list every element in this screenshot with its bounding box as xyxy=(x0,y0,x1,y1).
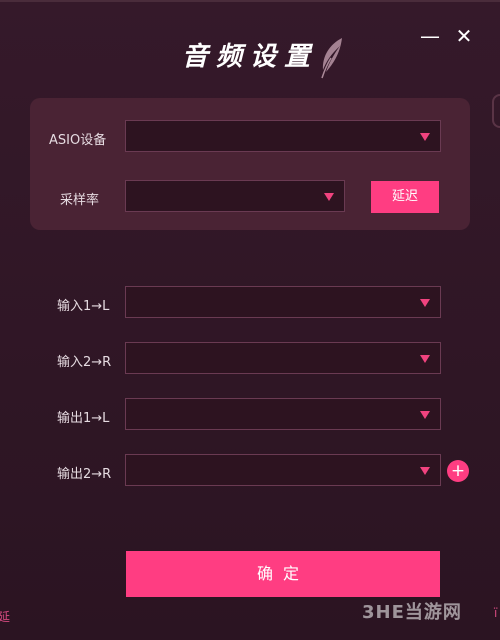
input-2-label: 输入2→R xyxy=(57,355,112,370)
sample-rate-label: 采样率 xyxy=(60,193,100,208)
input-1-label: 输入1→L xyxy=(57,299,110,314)
input-1-select[interactable] xyxy=(125,286,441,318)
device-settings-panel: ASIO设备 采样率 延迟 xyxy=(30,98,470,230)
feather-icon xyxy=(321,38,342,79)
asio-device-label: ASIO设备 xyxy=(49,133,107,148)
output-1-select[interactable] xyxy=(125,398,441,430)
sample-rate-select[interactable] xyxy=(125,180,345,212)
audio-settings-window: 音频设置 — ✕ ASIO设备 采样率 延迟 输入1→L 输入2→R 输出1→L… xyxy=(0,0,500,640)
confirm-button[interactable]: 确定 xyxy=(126,551,440,597)
output-2-select[interactable] xyxy=(125,454,441,486)
chevron-down-icon xyxy=(420,133,430,141)
right-edge-text: ï xyxy=(494,606,498,620)
input-2-select[interactable] xyxy=(125,342,441,374)
close-button[interactable]: ✕ xyxy=(452,24,476,48)
left-edge-text: 延 xyxy=(0,610,11,624)
output-1-label: 输出1→L xyxy=(57,411,110,426)
chevron-down-icon xyxy=(420,467,430,475)
output-2-label: 输出2→R xyxy=(57,467,112,482)
minimize-button[interactable]: — xyxy=(418,24,442,48)
chevron-down-icon xyxy=(420,355,430,363)
chevron-down-icon xyxy=(420,299,430,307)
asio-device-select[interactable] xyxy=(125,120,441,152)
chevron-down-icon xyxy=(324,193,334,201)
window-top-border xyxy=(0,0,500,2)
chevron-down-icon xyxy=(420,411,430,419)
delay-button[interactable]: 延迟 xyxy=(371,181,439,213)
plus-icon[interactable]: + xyxy=(447,460,469,482)
right-edge-tab xyxy=(492,94,500,128)
watermark: 3HE当游网 xyxy=(362,602,462,623)
